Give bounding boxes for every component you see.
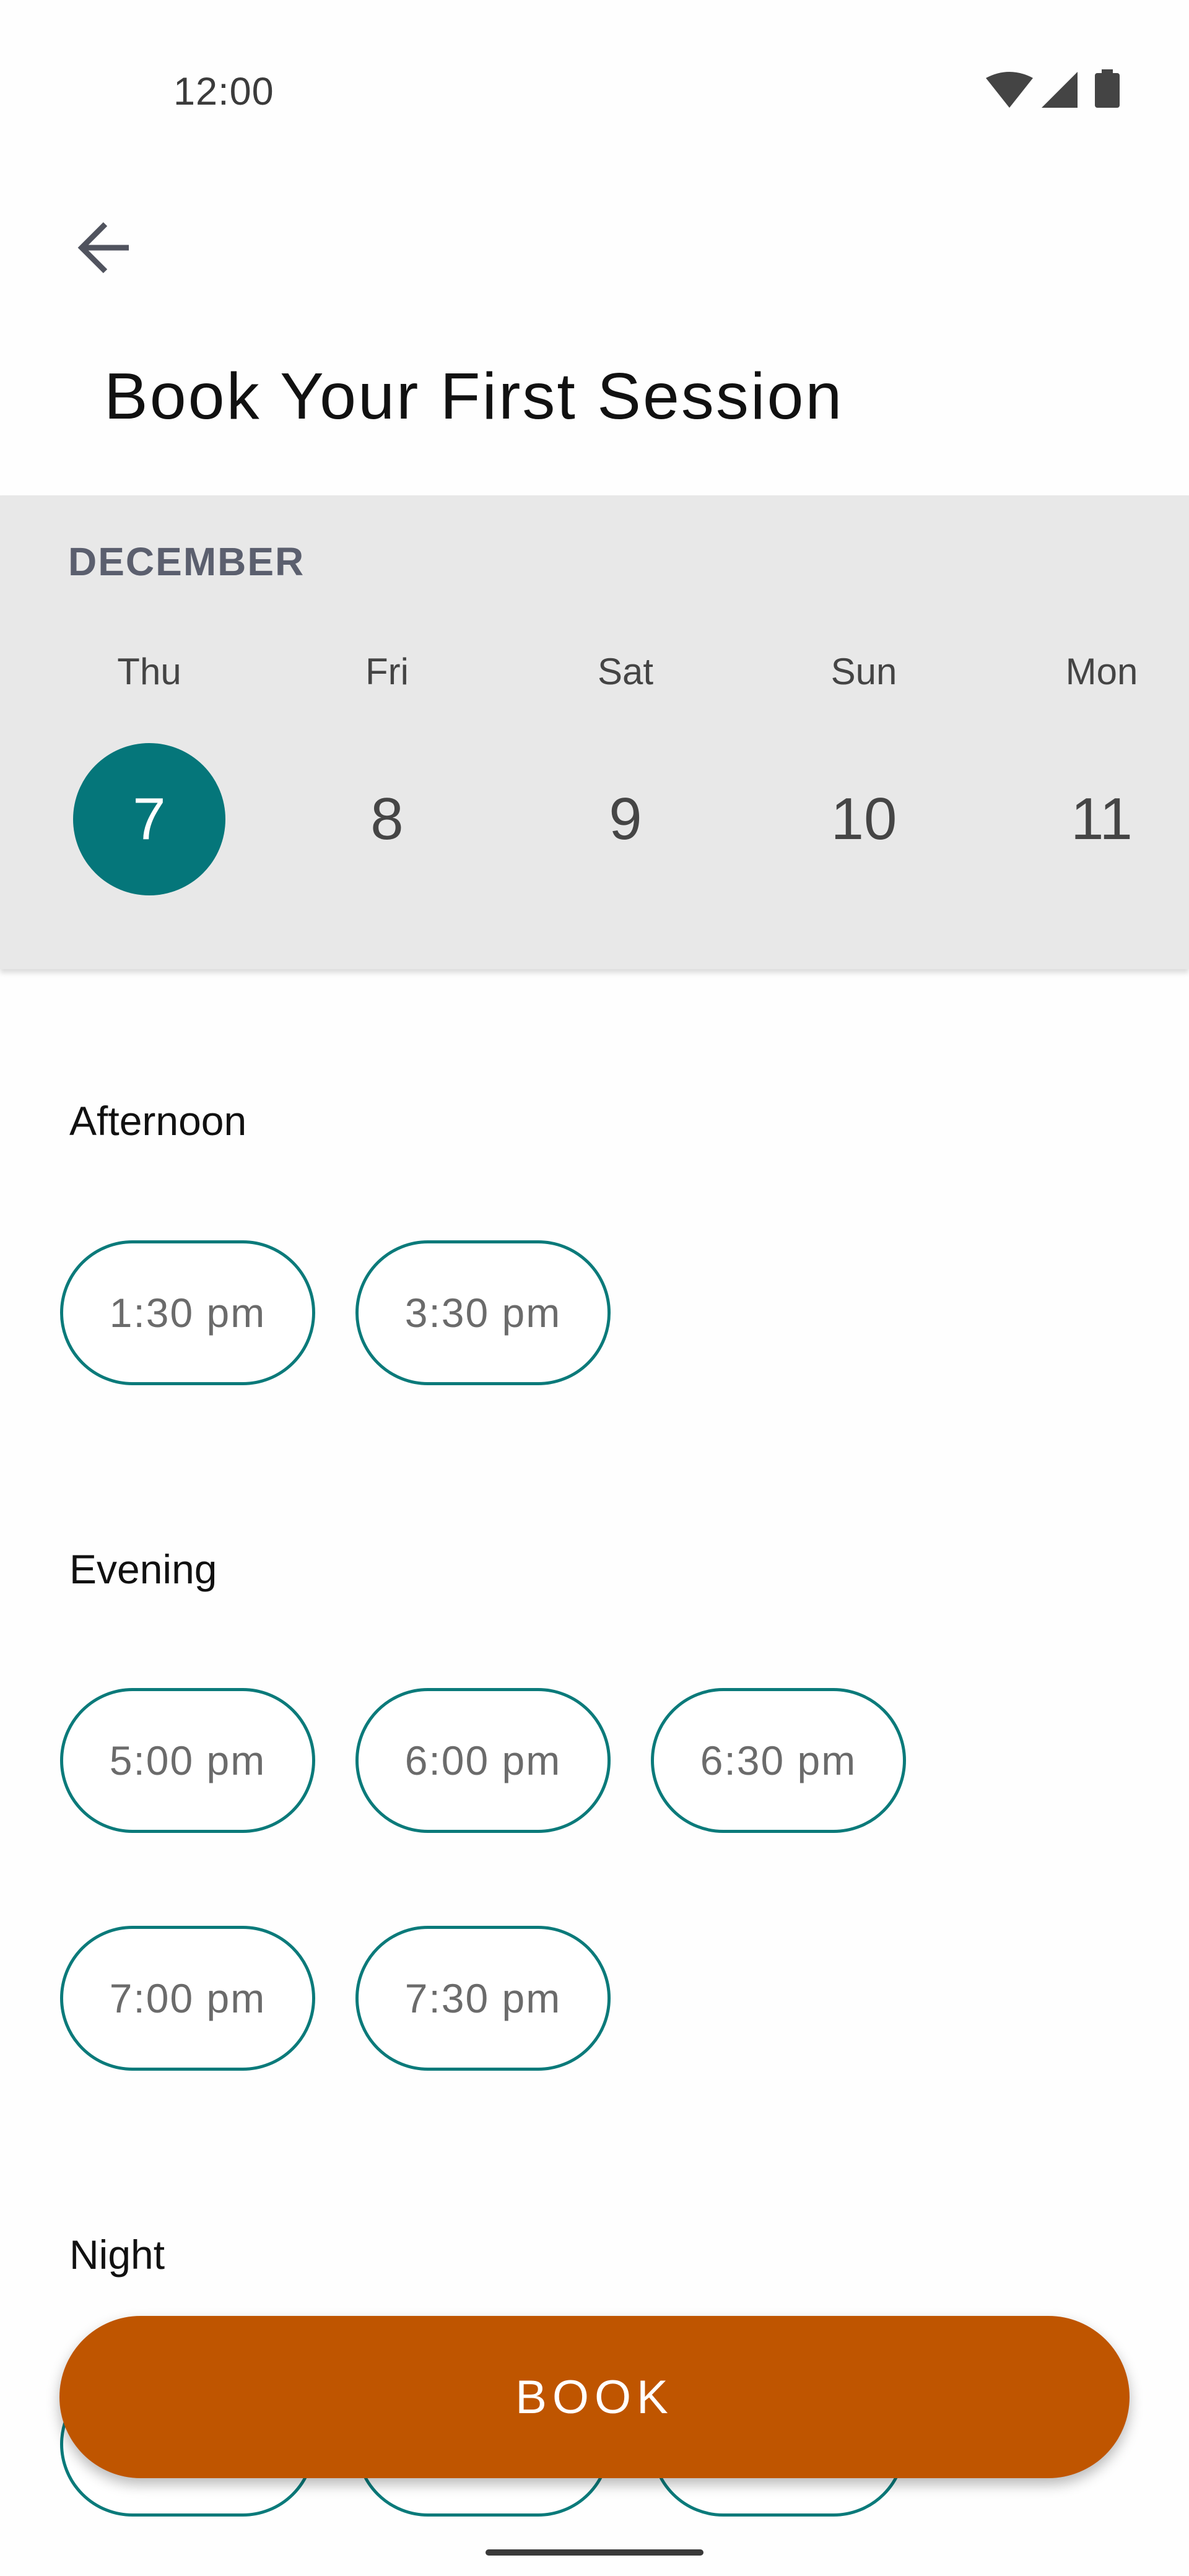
day-number: 10 — [830, 786, 897, 852]
book-button[interactable]: BOOK — [59, 2316, 1130, 2478]
back-button[interactable] — [67, 211, 141, 285]
home-indicator[interactable] — [486, 2549, 703, 2556]
day-name: Sun — [830, 651, 897, 692]
status-time: 12:00 — [173, 70, 274, 113]
day-thu-7[interactable]: Thu 7 — [56, 495, 242, 969]
section-title-evening: Evening — [69, 1546, 217, 1592]
day-number: 8 — [370, 786, 404, 852]
day-fri-8[interactable]: Fri 8 — [294, 495, 480, 969]
day-number: 9 — [609, 786, 642, 852]
time-slot[interactable]: 3:30 pm — [355, 1240, 611, 1385]
day-number-wrap: 10 — [788, 743, 940, 895]
day-number: 11 — [1071, 786, 1133, 852]
day-sun-10[interactable]: Sun 10 — [771, 495, 957, 969]
day-number-wrap: 11 — [1026, 743, 1178, 895]
day-number-wrap: 9 — [549, 743, 702, 895]
wifi-icon — [986, 72, 1033, 108]
day-name: Thu — [117, 651, 181, 692]
section-title-night: Night — [69, 2232, 165, 2278]
time-slot[interactable]: 6:00 pm — [355, 1688, 611, 1833]
time-slot[interactable]: 1:30 pm — [60, 1240, 315, 1385]
day-number-wrap: 8 — [311, 743, 463, 895]
day-number: 7 — [133, 786, 166, 852]
day-sat-9[interactable]: Sat 9 — [533, 495, 718, 969]
battery-icon — [1095, 69, 1120, 108]
cellular-signal-icon — [1042, 72, 1078, 108]
time-slot[interactable]: 7:30 pm — [355, 1926, 611, 2071]
time-slot[interactable]: 6:30 pm — [651, 1688, 906, 1833]
day-mon-11[interactable]: Mon 11 — [1009, 495, 1189, 969]
arrow-back-icon — [77, 222, 129, 274]
time-slot[interactable]: 7:00 pm — [60, 1926, 315, 2071]
time-slot[interactable]: 5:00 pm — [60, 1688, 315, 1833]
page-title: Book Your First Session — [104, 360, 844, 433]
day-name: Fri — [365, 651, 409, 692]
day-name: Mon — [1065, 651, 1138, 692]
booking-screen: 12:00 Book Your First Session DECEMBER T… — [0, 0, 1189, 2576]
day-name: Sat — [597, 651, 654, 692]
status-icons — [986, 69, 1135, 114]
calendar-strip: DECEMBER Thu 7 Fri 8 Sat 9 Sun 10 Mon 11 — [0, 495, 1189, 969]
section-title-afternoon: Afternoon — [69, 1098, 247, 1144]
day-selected-circle: 7 — [73, 743, 225, 895]
